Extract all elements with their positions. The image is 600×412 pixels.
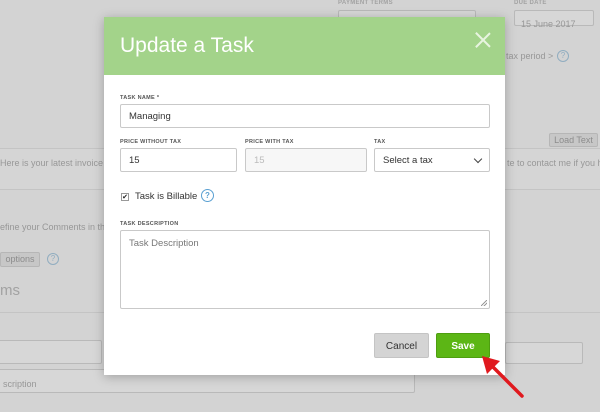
arrow-icon: [482, 356, 524, 398]
price-without-tax-value: 15: [129, 154, 140, 166]
task-name-value: Managing: [129, 110, 171, 122]
tax-label: TAX: [374, 139, 386, 145]
update-task-modal: Update a Task TASK NAME * Managing PRICE…: [104, 17, 505, 375]
help-icon[interactable]: ?: [201, 189, 214, 202]
resize-grip-icon[interactable]: [481, 300, 487, 306]
price-without-tax-label: PRICE WITHOUT TAX: [120, 139, 182, 145]
price-with-tax-label: PRICE WITH TAX: [245, 139, 294, 145]
price-with-tax-input: 15: [245, 148, 367, 172]
task-name-input[interactable]: Managing: [120, 104, 490, 128]
chevron-down-icon: [473, 154, 483, 163]
price-with-tax-value: 15: [254, 154, 265, 166]
price-without-tax-input[interactable]: 15: [120, 148, 237, 172]
arrow-shaft: [490, 364, 524, 398]
tax-selected-value: Select a tax: [383, 154, 433, 166]
cancel-button[interactable]: Cancel: [374, 333, 429, 358]
task-name-label: TASK NAME *: [120, 95, 160, 101]
modal-header: Update a Task: [104, 17, 505, 75]
close-icon[interactable]: [475, 32, 491, 48]
billable-checkbox[interactable]: ✔: [121, 193, 129, 201]
billable-label: Task is Billable: [135, 191, 198, 202]
task-description-placeholder: Task Description: [129, 238, 199, 249]
task-description-label: TASK DESCRIPTION: [120, 221, 179, 227]
checkmark-icon: ✔: [122, 193, 128, 201]
tax-select[interactable]: Select a tax: [374, 148, 490, 172]
task-description-textarea[interactable]: Task Description: [120, 230, 490, 309]
modal-title: Update a Task: [120, 34, 254, 57]
